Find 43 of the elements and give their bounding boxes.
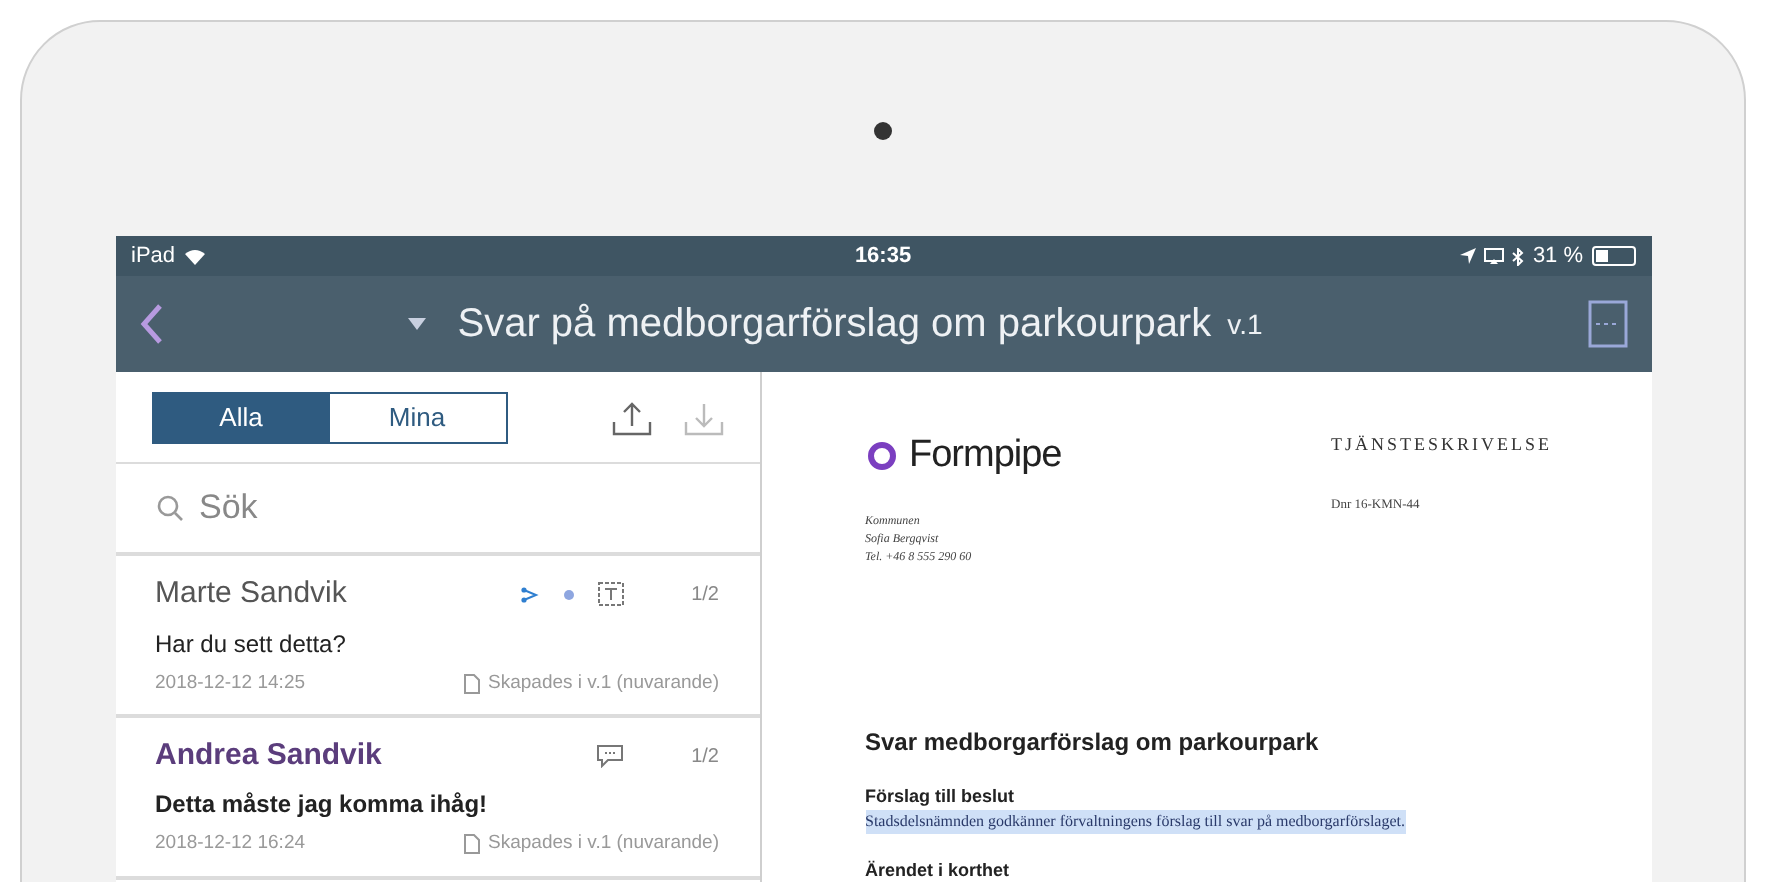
comment-date: 2018-12-12 16:24 xyxy=(155,830,308,859)
comment-text: Detta måste jag komma ihåg! xyxy=(155,788,490,823)
version-label: v.1 xyxy=(1227,305,1263,343)
document-icon xyxy=(464,834,481,855)
search-icon xyxy=(155,494,183,522)
page-number: 1/2 xyxy=(691,581,719,610)
text-box-icon xyxy=(597,582,624,607)
logo-ring-icon xyxy=(865,440,897,473)
comment-date: 2018-12-12 14:25 xyxy=(155,669,308,697)
search-field[interactable]: Sök xyxy=(199,482,719,534)
branch-icon xyxy=(519,585,540,604)
clock-time: 16:35 xyxy=(854,241,912,272)
battery-percent: 31 % xyxy=(1532,241,1584,272)
speech-bubble-icon xyxy=(595,744,624,768)
section-heading: Förslag till beslut xyxy=(865,783,1017,810)
upload-icon[interactable] xyxy=(611,400,651,436)
wifi-icon xyxy=(183,247,206,265)
version-source: Skapades i v.1 (nuvarande) xyxy=(488,830,719,859)
document-type: TJÄNSTESKRIVELSE xyxy=(1331,432,1555,458)
carrier-label: iPad xyxy=(131,241,176,272)
page-number: 1/2 xyxy=(691,743,719,771)
battery-icon xyxy=(1591,246,1636,266)
version-source: Skapades i v.1 (nuvarande) xyxy=(488,669,719,697)
logo-wordmark: Formpipe xyxy=(909,432,1062,480)
comment-item[interactable]: Andrea Sandvik 1/2 Detta måste jag komma ihåg! 2018-12-12 16:24 Skapades i v.1 (nuvarande) xyxy=(115,717,759,879)
segment-tab[interactable]: Alla xyxy=(153,394,329,442)
comment-author: Andrea Sandvik xyxy=(155,735,382,776)
comment-text: Har du sett detta? xyxy=(155,627,348,661)
document-title: Svar på medborgarförslag om parkourpark xyxy=(457,300,1212,350)
back-icon[interactable] xyxy=(139,302,163,346)
frame-select-icon[interactable] xyxy=(1587,300,1627,348)
comment-item[interactable]: Marte Sandvik 1/2 Har du sett detta? 2018-12-12 14:25 Skapades i v.1 (nuvarande) xyxy=(115,556,759,718)
dropdown-caret-icon[interactable] xyxy=(407,318,426,330)
comment-author: Marte Sandvik xyxy=(155,574,347,614)
document-heading: Svar medborgarförslag om parkourpark xyxy=(865,725,1321,759)
camera-icon xyxy=(874,122,892,140)
screen-mirror-icon xyxy=(1484,248,1505,264)
download-icon[interactable] xyxy=(683,400,723,436)
document-icon xyxy=(464,673,481,694)
location-icon xyxy=(1460,248,1477,264)
bluetooth-icon xyxy=(1512,247,1525,265)
section-text: Stadsdelsnämnden godkänner förvaltningens förslag till svar på medborgarförslaget. xyxy=(865,810,1406,834)
section-heading: Ärendet i korthet xyxy=(865,858,1012,882)
